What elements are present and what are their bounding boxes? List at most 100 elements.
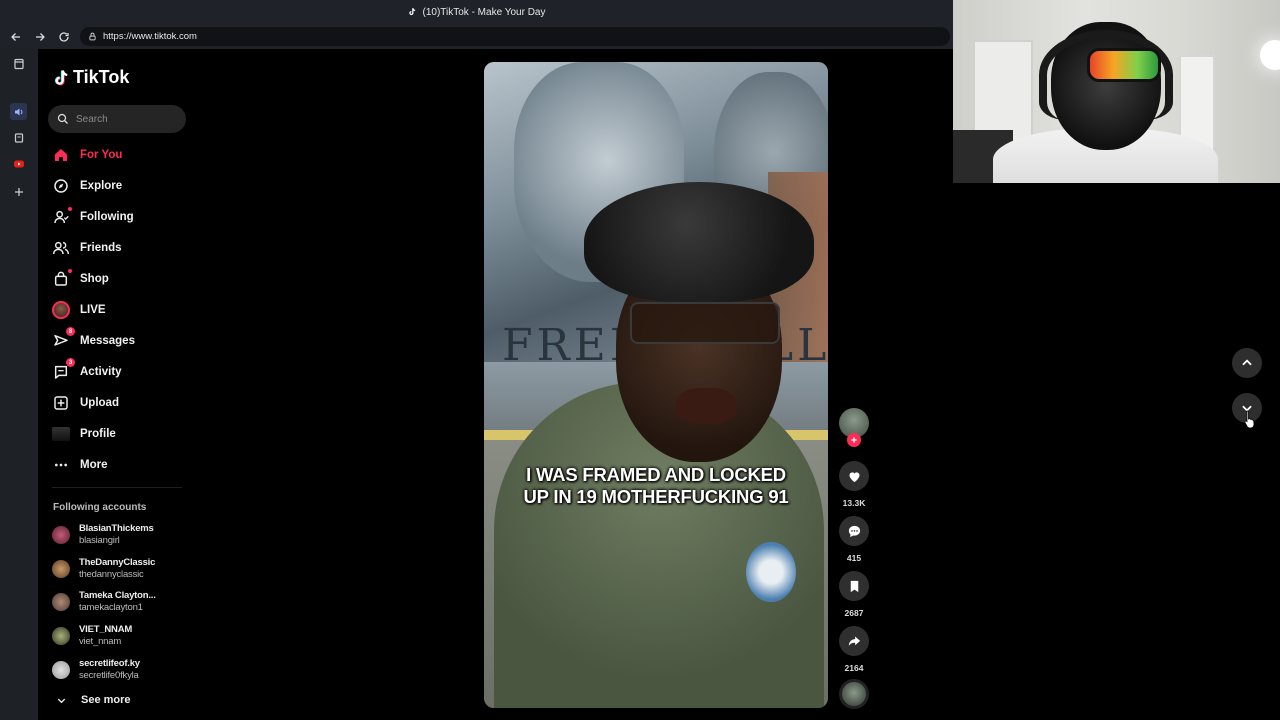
following-account[interactable]: BlasianThickems blasiangirl <box>52 523 154 547</box>
more-icon <box>52 456 70 474</box>
tabs-panel-button[interactable] <box>10 55 27 72</box>
search-icon <box>57 113 68 124</box>
following-account[interactable]: secretlifeof.ky secretlife0fkyla <box>52 658 140 682</box>
following-dot <box>68 207 72 211</box>
following-account[interactable]: TheDannyClassic thedannyclassic <box>52 557 155 581</box>
chevron-down-icon <box>57 698 66 703</box>
nav-profile[interactable]: Profile <box>52 422 116 446</box>
follow-button[interactable] <box>847 433 861 447</box>
nav-more[interactable]: More <box>52 453 107 477</box>
friends-icon <box>52 239 70 257</box>
nav-label: Following <box>80 211 134 223</box>
reload-icon <box>59 31 69 42</box>
save-count: 2687 <box>844 608 864 618</box>
nav-label: Friends <box>80 242 122 254</box>
avatar <box>52 661 70 679</box>
following-account[interactable]: Tameka Clayton... tamekaclayton1 <box>52 590 156 614</box>
caption-line: UP IN 19 MOTHERFUCKING 91 <box>523 486 789 507</box>
nav-shop[interactable]: Shop <box>52 267 109 291</box>
search-input[interactable] <box>76 113 176 125</box>
video-player[interactable]: FREE LL I WAS FRAMED AND LOCKED UP IN 19 … <box>484 62 828 708</box>
nav-label: LIVE <box>80 304 106 316</box>
back-arrow-icon <box>11 32 20 41</box>
bookmark-icon <box>850 580 858 592</box>
tabs-icon <box>13 58 24 69</box>
nav-label: More <box>80 459 108 471</box>
nav-upload[interactable]: Upload <box>52 391 119 415</box>
video-person-mouth <box>676 388 736 424</box>
following-accounts-title: Following accounts <box>53 502 147 513</box>
browser-title-bar: (10)TikTok - Make Your Day <box>0 0 953 24</box>
save-button[interactable] <box>839 571 869 601</box>
previous-video-button[interactable] <box>1232 348 1262 378</box>
see-more-label: See more <box>81 694 131 706</box>
account-display-name: VIET_NNAM <box>79 624 133 635</box>
account-display-name: BlasianThickems <box>79 523 154 534</box>
add-panel-button[interactable] <box>10 183 27 200</box>
tiktok-note-icon <box>54 69 68 85</box>
account-handle: blasiangirl <box>79 535 120 546</box>
comment-count: 415 <box>846 553 862 563</box>
nav-label: Activity <box>80 366 122 378</box>
browser-toolbar: https://www.tiktok.com <box>0 24 953 49</box>
nav-following[interactable]: Following <box>52 205 134 229</box>
audio-tab-button[interactable] <box>10 103 27 120</box>
logo-text: TikTok <box>73 67 130 87</box>
mouse-cursor-icon <box>1244 410 1255 428</box>
see-more-button[interactable]: See more <box>56 694 131 706</box>
account-handle: tamekaclayton1 <box>79 602 143 613</box>
saved-button[interactable] <box>10 129 27 146</box>
nav-label: Explore <box>80 180 123 192</box>
sidebar-divider <box>52 487 182 488</box>
share-button[interactable] <box>839 626 869 656</box>
tiktok-tab-icon <box>409 8 416 16</box>
music-disc[interactable] <box>839 679 869 709</box>
youtube-tab-button[interactable] <box>10 155 27 172</box>
messages-badge: 8 <box>66 327 75 336</box>
address-bar[interactable]: https://www.tiktok.com <box>80 27 950 46</box>
nav-label: Profile <box>80 428 116 440</box>
account-display-name: secretlifeof.ky <box>79 658 140 669</box>
nav-live[interactable]: LIVE <box>52 298 106 322</box>
activity-icon: 3 <box>52 358 75 381</box>
url-text: https://www.tiktok.com <box>103 31 197 42</box>
video-caption: I WAS FRAMED AND LOCKED UP IN 19 MOTHERF… <box>484 464 828 508</box>
search-box[interactable] <box>48 105 186 133</box>
nav-label: Messages <box>80 335 135 347</box>
nav-for-you[interactable]: For You <box>52 143 122 167</box>
comment-icon <box>848 525 860 537</box>
video-jacket-patch <box>746 542 796 602</box>
like-count: 13.3K <box>842 498 866 508</box>
back-button[interactable] <box>4 25 28 49</box>
share-arrow-icon <box>848 636 860 646</box>
nav-label: Shop <box>80 273 109 285</box>
avatar <box>52 560 70 578</box>
plus-icon <box>14 187 23 196</box>
youtube-icon <box>13 160 24 167</box>
following-account[interactable]: VIET_NNAM viet_nnam <box>52 624 132 648</box>
reload-button[interactable] <box>52 25 76 49</box>
profile-avatar <box>52 425 70 443</box>
account-handle: thedannyclassic <box>79 569 144 580</box>
tiktok-sidebar: TikTok For You Explore Following Friends… <box>38 49 198 720</box>
nav-friends[interactable]: Friends <box>52 236 122 260</box>
comment-button[interactable] <box>839 516 869 546</box>
tiktok-logo[interactable]: TikTok <box>53 67 129 88</box>
shop-dot <box>68 269 72 273</box>
nav-messages[interactable]: 8 Messages <box>52 327 135 353</box>
video-person-cap <box>584 182 814 302</box>
speaker-icon <box>14 108 22 115</box>
upload-icon <box>52 394 70 412</box>
like-button[interactable] <box>839 461 869 491</box>
account-handle: secretlife0fkyla <box>79 670 139 681</box>
window-title: (10)TikTok - Make Your Day <box>422 6 546 18</box>
compass-icon <box>52 177 70 195</box>
messages-icon: 8 <box>52 327 75 350</box>
avatar <box>52 593 70 611</box>
webcam-overlay <box>953 0 1280 183</box>
nav-activity[interactable]: 3 Activity <box>52 358 122 384</box>
forward-button[interactable] <box>28 25 52 49</box>
browser-side-strip <box>0 49 38 720</box>
nav-explore[interactable]: Explore <box>52 174 122 198</box>
lock-icon <box>89 32 96 41</box>
